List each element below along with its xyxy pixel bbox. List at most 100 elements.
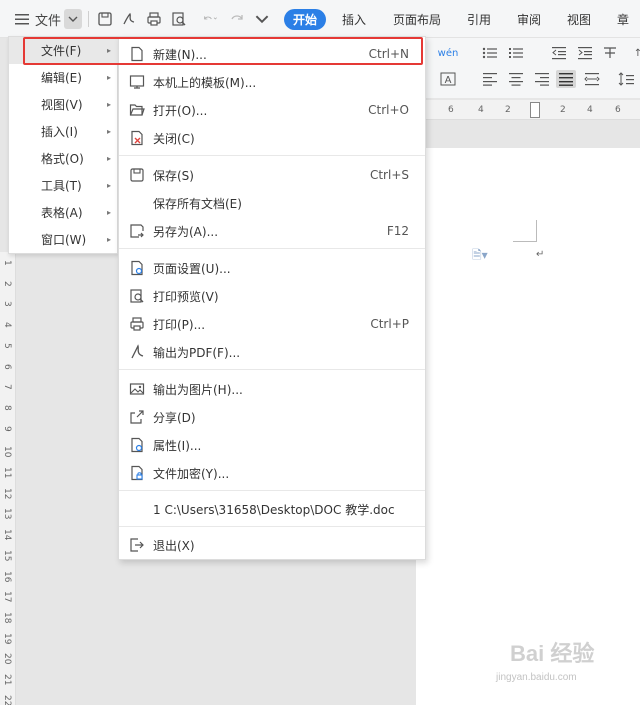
ruler-tick: 17 [2,591,12,603]
ruler-tick: 12 [2,487,12,500]
menu-item-label: 格式(O) [41,152,84,166]
numbered-list-button[interactable] [506,44,526,62]
menu-shortcut: Ctrl+S [369,168,409,182]
menu-divider [119,155,425,156]
menu-item-close[interactable]: 关闭(C) [119,124,425,152]
menu-shortcut: Ctrl+P [370,317,409,331]
close-doc-icon [128,129,146,147]
pdf-icon [123,12,135,25]
ruler-tick: 6 [448,105,454,115]
bullet-list-button[interactable] [480,44,500,62]
chevron-right-icon: ▸ [106,208,111,217]
phonetic-guide-button[interactable]: wén [437,44,459,62]
ruler-tick: 8 [2,404,12,411]
menu-item-share[interactable]: 分享(D) [119,403,425,431]
tab-page-layout[interactable]: 页面布局 [393,9,441,30]
ruler-tick: 9 [2,425,12,432]
char-border-button[interactable]: A [438,70,458,88]
quick-access-more-button[interactable] [255,9,269,29]
redo-button[interactable] [229,9,247,29]
menu-item-table[interactable]: 表格(A) ▸ [9,199,119,226]
menu-item-save-as[interactable]: 另存为(A)... F12 [119,217,425,245]
menu-label: 保存(S) [153,168,194,183]
ruler-tick: 21 [2,674,12,686]
print-icon [128,315,146,333]
menu-label: 1 C:\Users\31658\Desktop\DOC 教学.doc [153,502,395,517]
ruler-tick: 19 [2,632,12,645]
ruler-tick: 22 [2,694,12,705]
menu-item-label: 表格(A) [41,206,83,220]
menu-item-insert[interactable]: 插入(I) ▸ [9,118,119,145]
doc-options-icon[interactable]: 🗎▾ [472,246,488,267]
align-center-button[interactable] [506,70,526,88]
distributed-align-button[interactable] [582,70,602,88]
tab-review[interactable]: 审阅 [517,9,541,30]
menu-shortcut: Ctrl+O [368,103,409,117]
menu-item-page-setup[interactable]: 页面设置(U)... [119,254,425,282]
file-menu-button[interactable]: 文件 [12,9,64,29]
increase-indent-button[interactable] [575,44,595,62]
ribbon: wén A ↑ [426,38,640,98]
chinese-layout-button[interactable] [600,44,620,62]
horizontal-ruler[interactable]: 6 4 2 2 4 6 [426,100,640,120]
menu-item-print-preview[interactable]: 打印预览(V) [119,282,425,310]
menu-item-properties[interactable]: 属性(I)... [119,431,425,459]
pdf-icon [128,343,146,361]
menu-item-export-pdf[interactable]: 输出为PDF(F)... [119,338,425,366]
menu-label: 分享(D) [153,410,196,425]
menu-item-tools[interactable]: 工具(T) ▸ [9,172,119,199]
sort-button[interactable]: ↑ [628,44,640,62]
menu-divider [119,490,425,491]
menu-item-view[interactable]: 视图(V) ▸ [9,91,119,118]
tab-home[interactable]: 开始 [284,9,327,30]
export-pdf-quick-button[interactable] [120,9,138,29]
line-spacing-button[interactable] [616,70,636,88]
menu-item-save[interactable]: 保存(S) Ctrl+S [119,161,425,189]
align-left-icon [483,73,497,86]
ruler-tick: 2 [505,105,511,115]
print-preview-icon [128,287,146,305]
vertical-ruler[interactable]: 1 2 3 4 5 6 7 8 9 10 11 12 13 14 15 16 17 18 19 20 21 22 [0,252,16,705]
decrease-indent-icon [552,47,566,60]
print-preview-quick-button[interactable] [170,9,188,29]
menu-item-exit[interactable]: 退出(X) [119,531,425,559]
ruler-tick: 5 [2,342,12,349]
menu-label: 保存所有文档(E) [153,196,242,211]
page-setup-icon [128,259,146,277]
justify-button[interactable] [556,70,576,88]
tab-references[interactable]: 引用 [467,9,491,30]
ruler-tick: 4 [2,322,12,328]
file-menu-label: 文件 [34,13,61,29]
menu-item-window[interactable]: 窗口(W) ▸ [9,226,119,253]
menu-item-recent-file[interactable]: 1 C:\Users\31658\Desktop\DOC 教学.doc [119,495,425,523]
image-icon [128,380,146,398]
exit-icon [128,536,146,554]
decrease-indent-button[interactable] [549,44,569,62]
menu-item-label: 视图(V) [41,98,83,112]
save-quick-button[interactable] [96,9,114,29]
menu-item-print[interactable]: 打印(P)... Ctrl+P [119,310,425,338]
open-folder-icon [128,101,146,119]
menu-item-open[interactable]: 打开(O)... Ctrl+O [119,96,425,124]
share-icon [128,408,146,426]
align-right-button[interactable] [532,70,552,88]
tab-chapter[interactable]: 章 [617,9,629,30]
tab-view[interactable]: 视图 [567,9,591,30]
menu-item-local-templates[interactable]: 本机上的模板(M)... [119,68,425,96]
menu-item-export-image[interactable]: 输出为图片(H)... [119,375,425,403]
menu-item-edit[interactable]: 编辑(E) ▸ [9,64,119,91]
paragraph-mark: ↵ [536,249,545,260]
menu-item-save-all[interactable]: 保存所有文档(E) [119,189,425,217]
align-left-button[interactable] [480,70,500,88]
phonetic-icon: wén [437,47,459,59]
save-icon [128,166,146,184]
print-quick-button[interactable] [145,9,163,29]
undo-button[interactable] [196,9,224,29]
indent-marker[interactable] [530,102,540,118]
ruler-tick: 14 [2,529,12,541]
menu-item-format[interactable]: 格式(O) ▸ [9,145,119,172]
tab-insert[interactable]: 插入 [342,9,366,30]
ruler-tick: 2 [560,105,566,115]
file-dropdown-button[interactable] [64,9,82,29]
menu-item-encrypt[interactable]: 文件加密(Y)... [119,459,425,487]
